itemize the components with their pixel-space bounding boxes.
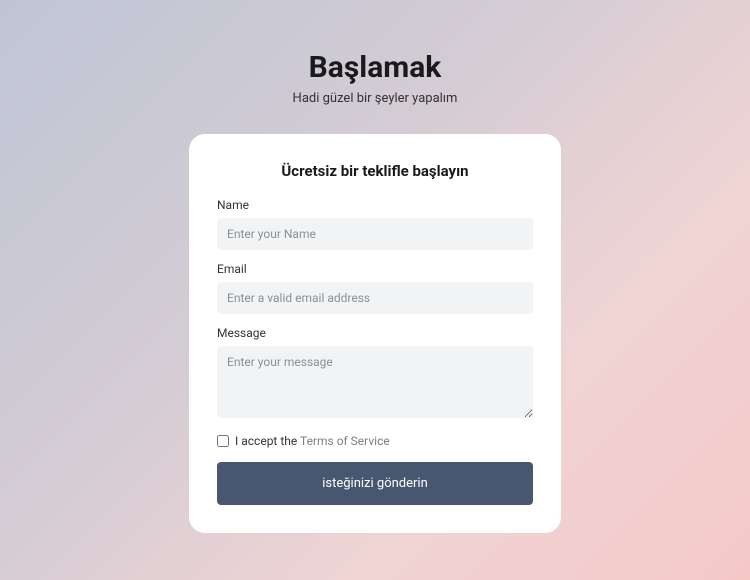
page-subtitle: Hadi güzel bir şeyler yapalım xyxy=(293,91,458,106)
submit-button[interactable]: isteğinizi gönderin xyxy=(217,462,533,505)
page-title: Başlamak xyxy=(309,50,442,85)
message-textarea[interactable] xyxy=(217,346,533,418)
message-label: Message xyxy=(217,326,533,340)
terms-label: I accept the Terms of Service xyxy=(235,434,390,448)
terms-prefix: I accept the xyxy=(235,434,300,448)
form-title: Ücretsiz bir teklifle başlayın xyxy=(217,162,533,180)
name-label: Name xyxy=(217,198,533,212)
terms-link[interactable]: Terms of Service xyxy=(300,434,390,448)
email-label: Email xyxy=(217,262,533,276)
terms-checkbox[interactable] xyxy=(217,435,229,447)
form-card: Ücretsiz bir teklifle başlayın Name Emai… xyxy=(189,134,561,533)
terms-checkbox-row: I accept the Terms of Service xyxy=(217,434,533,448)
name-input[interactable] xyxy=(217,218,533,250)
email-input[interactable] xyxy=(217,282,533,314)
